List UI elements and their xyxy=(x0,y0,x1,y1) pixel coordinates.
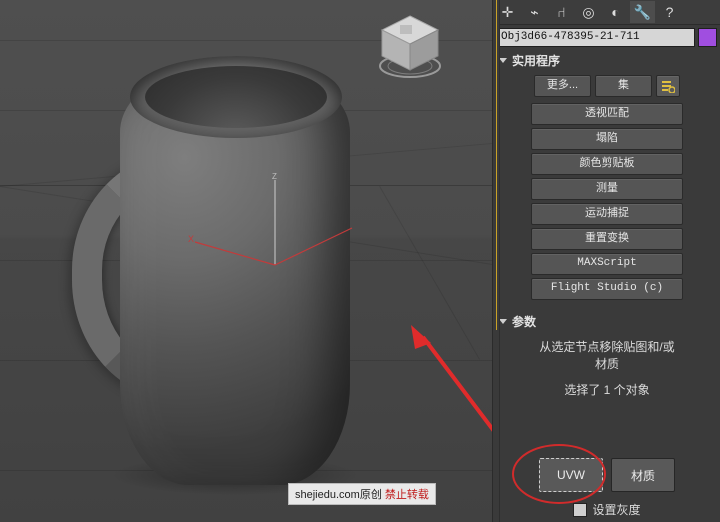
watermark-notice: 禁止转载 xyxy=(384,489,429,501)
watermark-domain: shejiedu.com xyxy=(295,489,360,501)
transform-gizmo[interactable]: Z X xyxy=(180,170,370,280)
panel-highlight-line xyxy=(496,0,497,330)
rollout-title-parameters: 参数 xyxy=(512,315,537,329)
command-panel-tabs[interactable]: ✛ ⌁ ⑁ ◎ ◐ 🔧 ? xyxy=(493,0,720,25)
utilities-tab-icon[interactable]: 🔧 xyxy=(630,1,655,23)
hierarchy-tab-icon[interactable]: ⑁ xyxy=(549,1,574,23)
mug-interior xyxy=(145,66,327,128)
set-gray-checkbox[interactable] xyxy=(573,502,588,517)
configure-sets-icon[interactable] xyxy=(656,75,680,97)
parameters-description-line1: 从选定节点移除贴图和/或 xyxy=(539,340,675,354)
utility-button-maxscript[interactable]: MAXScript xyxy=(531,253,683,275)
parameters-description-line2: 材质 xyxy=(594,357,619,371)
set-gray-row[interactable]: 设置灰度 xyxy=(493,501,720,518)
help-tab-icon[interactable]: ? xyxy=(657,1,682,23)
sets-button[interactable]: 集 xyxy=(595,75,652,97)
watermark-suffix: 原创 xyxy=(359,489,385,501)
rollout-title-utilities: 实用程序 xyxy=(512,54,561,68)
object-color-swatch[interactable] xyxy=(698,28,717,47)
annotation-circle xyxy=(512,444,606,504)
more-button[interactable]: 更多... xyxy=(534,75,591,97)
view-cube[interactable] xyxy=(370,8,450,88)
watermark-bar: shejiedu.com原创 禁止转载 xyxy=(288,483,436,505)
rollout-header-utilities[interactable]: 实用程序 xyxy=(493,49,720,72)
utility-button-color-clipboard[interactable]: 颜色剪贴板 xyxy=(531,153,683,175)
material-button[interactable]: 材质 xyxy=(611,458,675,492)
rollout-header-parameters[interactable]: 参数 xyxy=(493,310,720,333)
chevron-down-icon xyxy=(499,319,507,324)
utility-button-perspective-match[interactable]: 透视匹配 xyxy=(531,103,683,125)
utility-button-reset-xform[interactable]: 重置变换 xyxy=(531,228,683,250)
svg-text:Z: Z xyxy=(272,172,277,181)
utility-button-collapse[interactable]: 塌陷 xyxy=(531,128,683,150)
modify-tab-icon[interactable]: ⌁ xyxy=(522,1,547,23)
motion-tab-icon[interactable]: ◎ xyxy=(576,1,601,23)
svg-text:X: X xyxy=(188,234,194,244)
utility-button-motion-capture[interactable]: 运动捕捉 xyxy=(531,203,683,225)
command-panel: ✛ ⌁ ⑁ ◎ ◐ 🔧 ? Obj3d66-478395-21-711 实用程序… xyxy=(492,0,720,522)
annotation-arrow xyxy=(411,325,492,432)
utility-button-measure[interactable]: 测量 xyxy=(531,178,683,200)
utility-button-flight-studio[interactable]: Flight Studio (c) xyxy=(531,278,683,300)
object-name-row: Obj3d66-478395-21-711 xyxy=(493,25,720,49)
utilities-top-buttons: 更多... 集 xyxy=(493,72,720,100)
selection-status-text: 选择了 1 个对象 xyxy=(564,383,650,397)
viewport-3d[interactable]: Z X 设解读 shejiedu.com shejiedu.com原创 禁止转载 xyxy=(0,0,492,522)
object-name-input[interactable]: Obj3d66-478395-21-711 xyxy=(497,28,695,47)
chevron-down-icon xyxy=(499,58,507,63)
set-gray-label: 设置灰度 xyxy=(592,503,641,517)
display-tab-icon[interactable]: ◐ xyxy=(603,1,628,23)
